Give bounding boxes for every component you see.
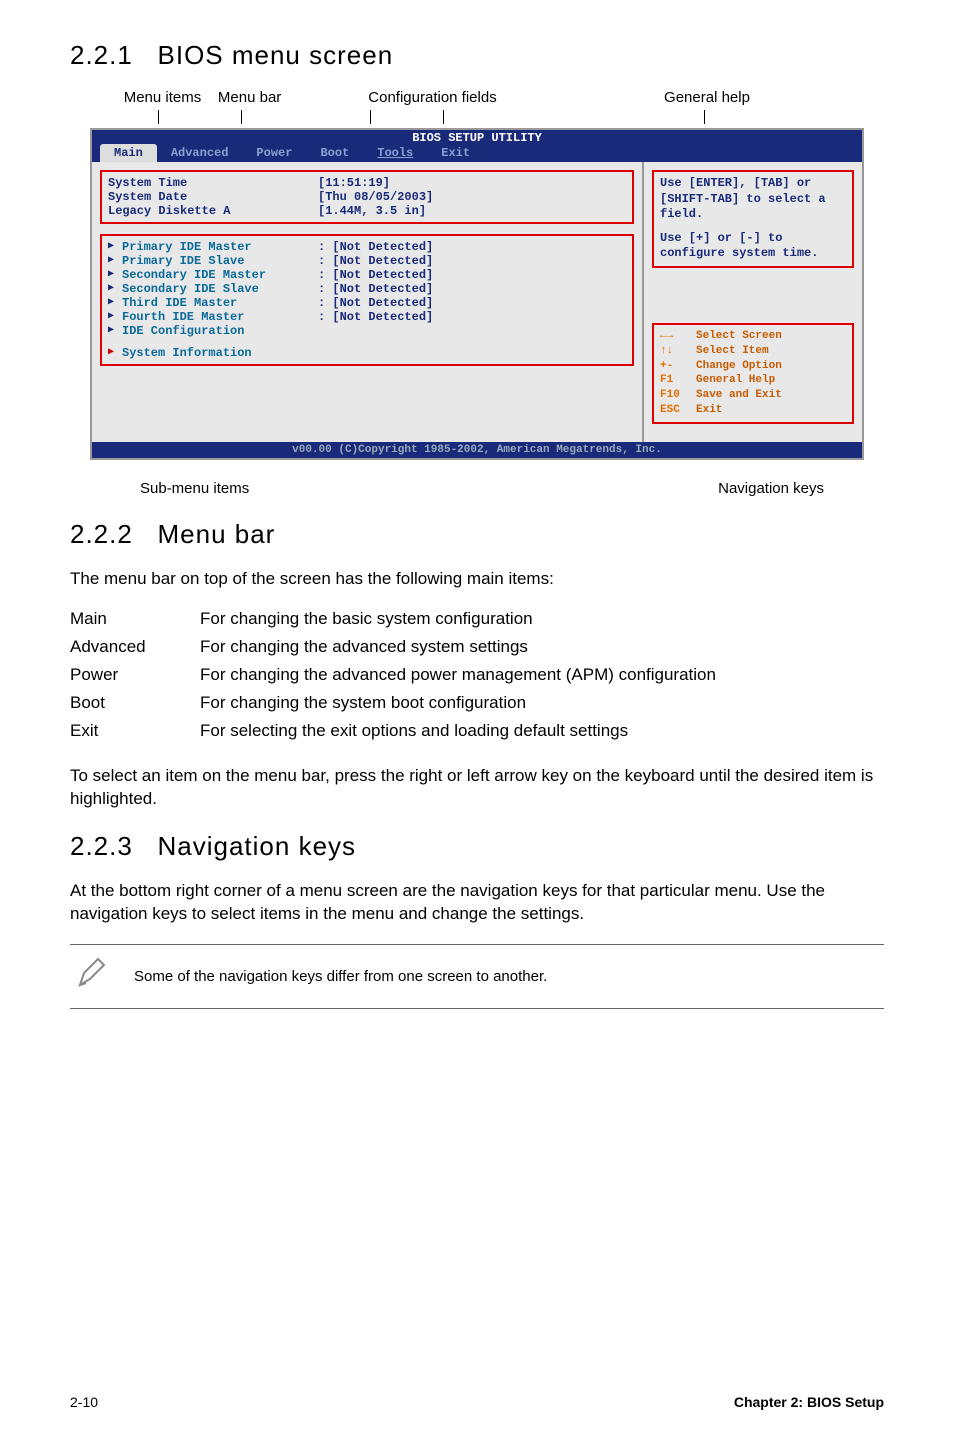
submenu-secondary-ide-slave[interactable]: ▶ Secondary IDE Slave : [Not Detected]: [108, 282, 626, 296]
bios-ide-box: ▶ Primary IDE Master : [Not Detected] ▶ …: [100, 234, 634, 366]
bios-nav-keys-box: ←→Select Screen ↑↓Select Item +-Change O…: [652, 323, 854, 424]
bios-screenshot-figure: Menu items Menu bar Configuration fields…: [90, 89, 864, 497]
bios-help-panel: Use [ENTER], [TAB] or [SHIFT-TAB] to sel…: [642, 162, 862, 442]
bios-menu-advanced[interactable]: Advanced: [157, 144, 243, 162]
field-legacy-diskette[interactable]: Legacy Diskette A [1.44M, 3.5 in]: [108, 204, 626, 218]
bios-copyright-footer: v00.00 (C)Copyright 1985-2002, American …: [92, 442, 862, 458]
pencil-note-icon: [70, 955, 114, 998]
submenu-arrow-icon: ▶: [108, 268, 122, 282]
submenu-arrow-icon: ▶: [108, 282, 122, 296]
bios-window: BIOS SETUP UTILITY Main Advanced Power B…: [90, 128, 864, 460]
menu-bar-definitions: MainFor changing the basic system config…: [70, 605, 716, 745]
label-general-help: General help: [664, 89, 750, 106]
page-number: 2-10: [70, 1394, 98, 1410]
field-system-date[interactable]: System Date [Thu 08/05/2003]: [108, 190, 626, 204]
bios-menu-boot[interactable]: Boot: [306, 144, 363, 162]
top-label-row: Menu items Menu bar Configuration fields…: [90, 89, 864, 106]
submenu-secondary-ide-master[interactable]: ▶ Secondary IDE Master : [Not Detected]: [108, 268, 626, 282]
submenu-arrow-icon: ▶: [108, 310, 122, 324]
bios-left-panel: System Time [11:51:19] System Date [Thu …: [92, 162, 642, 442]
bios-menu-power[interactable]: Power: [242, 144, 306, 162]
submenu-arrow-icon: ▶: [108, 240, 122, 254]
submenu-arrow-icon: ▶: [108, 296, 122, 310]
bios-menu-exit[interactable]: Exit: [427, 144, 484, 162]
submenu-ide-configuration[interactable]: ▶ IDE Configuration: [108, 324, 626, 338]
section-heading-222: 2.2.2 Menu bar: [70, 519, 884, 550]
menu-bar-note: To select an item on the menu bar, press…: [70, 765, 884, 811]
submenu-arrow-icon: ▶: [108, 324, 122, 338]
bottom-label-row: Sub-menu items Navigation keys: [90, 480, 864, 497]
def-row: AdvancedFor changing the advanced system…: [70, 633, 716, 661]
label-menu-bar: Menu bar: [218, 89, 281, 106]
submenu-primary-ide-master[interactable]: ▶ Primary IDE Master : [Not Detected]: [108, 240, 626, 254]
submenu-arrow-icon: ▶: [108, 346, 122, 360]
def-row: MainFor changing the basic system config…: [70, 605, 716, 633]
def-row: PowerFor changing the advanced power man…: [70, 661, 716, 689]
submenu-third-ide-master[interactable]: ▶ Third IDE Master : [Not Detected]: [108, 296, 626, 310]
label-sub-menu-items: Sub-menu items: [140, 480, 249, 497]
label-menu-items: Menu items: [124, 89, 202, 106]
note-text: Some of the navigation keys differ from …: [134, 968, 547, 985]
label-navigation-keys: Navigation keys: [718, 480, 824, 497]
page-footer: 2-10 Chapter 2: BIOS Setup: [70, 1394, 884, 1410]
chapter-label: Chapter 2: BIOS Setup: [734, 1394, 884, 1410]
submenu-primary-ide-slave[interactable]: ▶ Primary IDE Slave : [Not Detected]: [108, 254, 626, 268]
note-box: Some of the navigation keys differ from …: [70, 944, 884, 1009]
submenu-arrow-icon: ▶: [108, 254, 122, 268]
help-text-2: Use [+] or [-] to configure system time.: [660, 231, 846, 262]
def-row: BootFor changing the system boot configu…: [70, 689, 716, 717]
submenu-fourth-ide-master[interactable]: ▶ Fourth IDE Master : [Not Detected]: [108, 310, 626, 324]
bios-help-box: Use [ENTER], [TAB] or [SHIFT-TAB] to sel…: [652, 170, 854, 268]
menu-bar-intro: The menu bar on top of the screen has th…: [70, 568, 884, 591]
navigation-keys-para: At the bottom right corner of a menu scr…: [70, 880, 884, 926]
submenu-system-information[interactable]: ▶ System Information: [108, 346, 626, 360]
section-heading-221: 2.2.1 BIOS menu screen: [70, 40, 884, 71]
bios-titlebar: BIOS SETUP UTILITY Main Advanced Power B…: [92, 130, 862, 162]
label-config-fields: Configuration fields: [368, 89, 496, 106]
def-row: ExitFor selecting the exit options and l…: [70, 717, 716, 745]
bios-menu-main[interactable]: Main: [100, 144, 157, 162]
bios-main-fields-box: System Time [11:51:19] System Date [Thu …: [100, 170, 634, 224]
section-heading-223: 2.2.3 Navigation keys: [70, 831, 884, 862]
help-text-1: Use [ENTER], [TAB] or [SHIFT-TAB] to sel…: [660, 176, 846, 223]
bios-menu-bar: Main Advanced Power Boot Tools Exit: [92, 130, 862, 162]
field-system-time[interactable]: System Time [11:51:19]: [108, 176, 626, 190]
bios-menu-tools[interactable]: Tools: [363, 144, 427, 162]
